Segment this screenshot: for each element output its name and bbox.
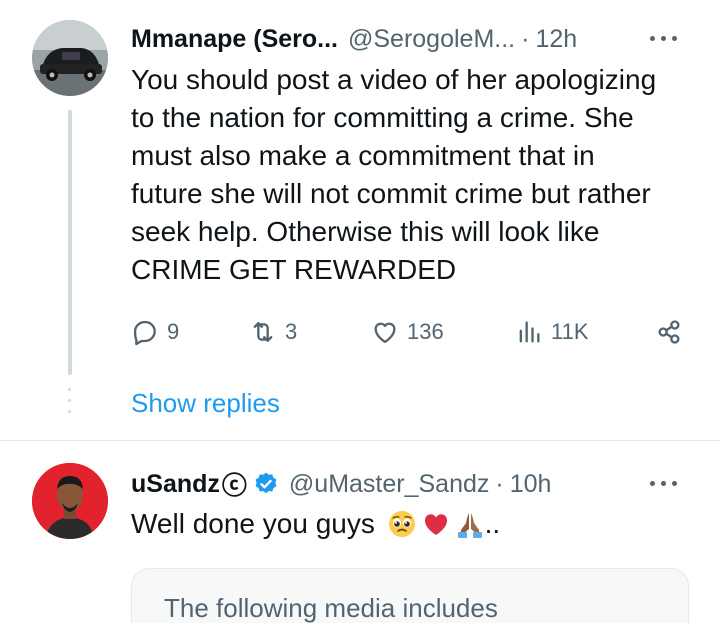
tweet-header: Mmanape (Sero... @SerogoleM... · 12h — [131, 22, 577, 56]
display-name[interactable]: Mmanape (Sero... — [131, 25, 338, 54]
tweet-text-line: to the nation for committing a crime. Sh… — [131, 102, 634, 133]
show-replies-link[interactable]: Show replies — [131, 388, 280, 419]
tweet-text-content: Well done you guys — [131, 508, 383, 539]
folded-hands-icon — [455, 509, 485, 539]
like-count: 136 — [407, 319, 444, 344]
share-button[interactable] — [655, 314, 683, 350]
media-warning-text: The following media includes — [164, 593, 498, 623]
action-bar: 9 3 136 11K — [131, 314, 691, 350]
tweet-header: uSandz ⓒ @uMaster_Sandz · 10h — [131, 467, 551, 501]
name-suffix: ⓒ — [221, 472, 247, 500]
repost-icon — [253, 322, 273, 342]
tweet-text-line: seek help. Otherwise this will look like — [131, 216, 600, 247]
timestamp[interactable]: 10h — [510, 470, 552, 499]
more-icon[interactable] — [650, 34, 680, 44]
sensitive-media-card[interactable]: The following media includes — [131, 568, 689, 623]
like-icon — [374, 322, 396, 344]
user-handle[interactable]: @SerogoleM... — [348, 25, 515, 54]
share-icon — [658, 320, 680, 344]
repost-button[interactable]: 3 — [249, 314, 297, 350]
reply-count: 9 — [167, 319, 180, 344]
thread-dots — [68, 388, 72, 422]
like-button[interactable]: 136 — [371, 314, 444, 350]
tweet-text: You should post a video of her apologizi… — [131, 61, 691, 289]
tweet-reply-1[interactable]: Mmanape (Sero... @SerogoleM... · 12h You… — [0, 0, 720, 440]
more-icon[interactable] — [650, 479, 680, 489]
tweet-text-trailing: .. — [484, 508, 501, 539]
tweet-text-line: future she will not commit crime but rat… — [131, 178, 651, 209]
separator-dot: · — [495, 469, 504, 498]
separator-dot: · — [521, 24, 530, 53]
reply-icon — [133, 320, 156, 346]
reply-button[interactable]: 9 — [131, 314, 179, 350]
tweet-text-line: must also make a commitment that in — [131, 140, 595, 171]
tweet-text: Well done you guys .. — [131, 505, 500, 543]
thread-line — [68, 110, 72, 375]
views-count: 11K — [551, 319, 589, 344]
avatar-usandz[interactable] — [32, 463, 108, 539]
avatar-mmanape[interactable] — [32, 20, 108, 96]
red-heart-icon — [421, 509, 451, 539]
display-name[interactable]: uSandz — [131, 470, 220, 499]
user-handle[interactable]: @uMaster_Sandz — [289, 470, 489, 499]
repost-count: 3 — [285, 319, 298, 344]
pleading-face-icon — [387, 509, 417, 539]
tweet-text-line: You should post a video of her apologizi… — [131, 64, 657, 95]
tweet-text-line: CRIME GET REWARDED — [131, 254, 457, 285]
views-icon — [519, 321, 540, 343]
timestamp[interactable]: 12h — [535, 25, 577, 54]
views-button[interactable]: 11K — [515, 314, 589, 350]
verified-badge-icon[interactable] — [253, 471, 279, 497]
